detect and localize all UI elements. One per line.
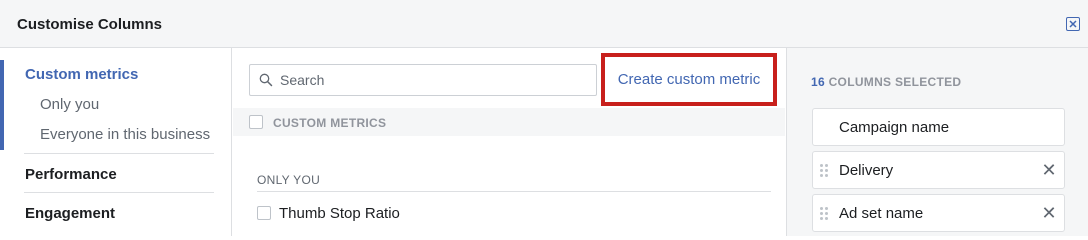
close-icon[interactable]: [1066, 17, 1080, 31]
only-you-heading: ONLY YOU: [257, 173, 321, 187]
selected-column-item[interactable]: Delivery ✕: [812, 151, 1065, 189]
sidebar-item-only-you[interactable]: Only you: [40, 96, 99, 113]
selected-count-number: 16: [811, 75, 825, 89]
create-custom-metric-highlight: Create custom metric: [601, 53, 777, 106]
dialog-header: Customise Columns: [0, 0, 1088, 48]
sidebar: Custom metrics Only you Everyone in this…: [0, 48, 232, 236]
selected-column-item[interactable]: Ad set name ✕: [812, 194, 1065, 232]
selected-column-label: Ad set name: [839, 205, 924, 222]
search-icon: [259, 73, 273, 87]
custom-metrics-section-header: CUSTOM METRICS: [233, 108, 785, 136]
drag-handle-icon[interactable]: [820, 164, 830, 178]
active-indicator: [0, 60, 4, 150]
sidebar-item-engagement[interactable]: Engagement: [25, 205, 115, 222]
metrics-panel: Create custom metric CUSTOM METRICS ONLY…: [233, 48, 785, 236]
drag-handle-icon[interactable]: [820, 207, 830, 221]
metric-label-thumb-stop-ratio[interactable]: Thumb Stop Ratio: [279, 205, 400, 222]
selected-column-label: Delivery: [839, 162, 894, 179]
sidebar-item-custom-metrics[interactable]: Custom metrics: [25, 66, 138, 83]
selected-column-label: Campaign name: [839, 119, 950, 136]
create-custom-metric-link[interactable]: Create custom metric: [618, 71, 761, 88]
custom-metrics-heading: CUSTOM METRICS: [273, 116, 387, 130]
metric-checkbox[interactable]: [257, 206, 271, 220]
sidebar-item-everyone-in-business[interactable]: Everyone in this business: [40, 126, 210, 143]
select-all-checkbox[interactable]: [249, 115, 263, 129]
remove-x-icon[interactable]: ✕: [1040, 161, 1058, 179]
section-divider: [257, 191, 771, 192]
dialog-title: Customise Columns: [17, 16, 163, 33]
search-box[interactable]: [249, 64, 597, 96]
selected-column-item: Campaign name: [812, 108, 1065, 146]
selected-count-label: COLUMNS SELECTED: [828, 75, 962, 89]
columns-selected-count: 16 COLUMNS SELECTED: [811, 75, 961, 89]
sidebar-item-performance[interactable]: Performance: [25, 166, 117, 183]
search-input[interactable]: [280, 65, 590, 95]
selected-columns-panel: 16 COLUMNS SELECTED Campaign name Delive…: [786, 48, 1088, 236]
remove-x-icon[interactable]: ✕: [1040, 204, 1058, 222]
sidebar-divider: [24, 192, 214, 193]
sidebar-divider: [24, 153, 214, 154]
